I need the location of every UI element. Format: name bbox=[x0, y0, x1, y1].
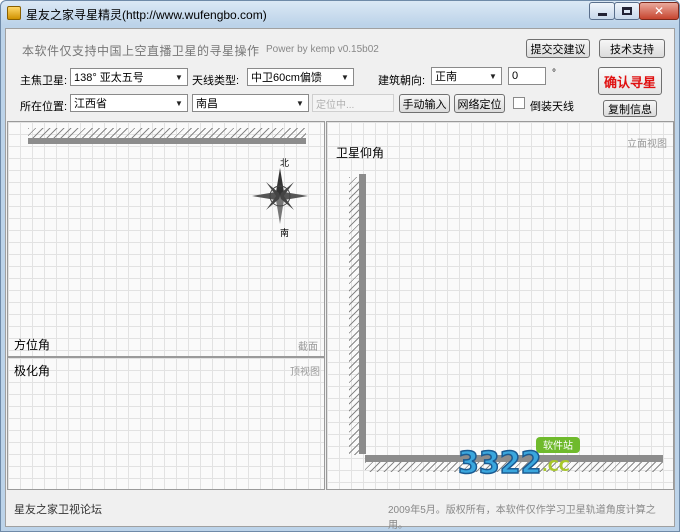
compass-south-label: 南 bbox=[280, 228, 290, 238]
angle-unit: ° bbox=[552, 68, 556, 79]
title-bar[interactable]: 星友之家寻星精灵(http://www.wufengbo.com) ✕ bbox=[1, 1, 679, 25]
watermark-logo: 3322 .CC 软件站 bbox=[454, 433, 586, 482]
minimize-button[interactable] bbox=[589, 2, 615, 20]
chevron-down-icon: ▼ bbox=[296, 98, 304, 108]
left-wall-hatch bbox=[349, 177, 359, 455]
satellite-value: 138° 亚太五号 bbox=[74, 72, 144, 84]
copy-info-button[interactable]: 复制信息 bbox=[603, 100, 657, 117]
satellite-select[interactable]: 138° 亚太五号 ▼ bbox=[70, 68, 188, 86]
polarization-title: 极化角 bbox=[14, 364, 51, 378]
forum-link[interactable]: 星友之家卫视论坛 bbox=[14, 501, 102, 517]
province-select[interactable]: 江西省 ▼ bbox=[70, 94, 188, 112]
version-label: Power by kemp v0.15b02 bbox=[266, 44, 379, 55]
watermark-text: 3322 bbox=[458, 446, 542, 481]
chevron-down-icon: ▼ bbox=[175, 72, 183, 82]
watermark-badge: 软件站 bbox=[543, 439, 573, 452]
location-label: 所在位置: bbox=[20, 101, 68, 113]
polarization-tag: 顶视图 bbox=[290, 367, 320, 378]
city-select[interactable]: 南昌 ▼ bbox=[192, 94, 309, 112]
satellite-label: 主焦卫星: bbox=[20, 75, 68, 87]
copyright-text: 2009年5月。版权所有，本软件仅作学习卫星轨道角度计算之用。 bbox=[388, 505, 656, 531]
elevation-title: 卫星仰角 bbox=[336, 146, 385, 160]
city-value: 南昌 bbox=[196, 98, 218, 110]
watermark-suffix: .CC bbox=[542, 457, 570, 475]
azimuth-title: 方位角 bbox=[14, 338, 51, 352]
app-window: 星友之家寻星精灵(http://www.wufengbo.com) ✕ 本软件仅… bbox=[0, 0, 680, 532]
orientation-value: 正南 bbox=[435, 71, 457, 83]
chevron-down-icon: ▼ bbox=[489, 71, 497, 81]
antenna-value: 中卫60cm偏馈 bbox=[251, 72, 322, 84]
client-area: 本软件仅支持中国上空直播卫星的寻星操作 Power by kemp v0.15b… bbox=[5, 28, 675, 531]
chevron-down-icon: ▼ bbox=[341, 72, 349, 82]
close-button[interactable]: ✕ bbox=[639, 2, 679, 20]
compass-north-label: 北 bbox=[280, 158, 290, 168]
manual-input-button[interactable]: 手动输入 bbox=[399, 94, 450, 113]
top-wall-bar bbox=[28, 138, 306, 144]
angle-input[interactable]: 0 bbox=[508, 67, 546, 85]
maximize-button[interactable] bbox=[614, 2, 640, 20]
network-locate-button[interactable]: 网络定位 bbox=[454, 94, 505, 113]
elevation-tag: 立面视图 bbox=[627, 139, 667, 150]
support-button[interactable]: 技术支持 bbox=[599, 39, 665, 58]
top-wall-hatch bbox=[28, 128, 306, 138]
app-icon bbox=[7, 6, 21, 20]
province-value: 江西省 bbox=[74, 98, 107, 110]
inverted-antenna-label: 倒装天线 bbox=[530, 101, 574, 113]
maximize-icon bbox=[622, 7, 632, 15]
polarization-panel: 极化角 顶视图 bbox=[7, 357, 325, 490]
azimuth-tag: 截面 bbox=[298, 342, 318, 353]
orientation-label: 建筑朝向: bbox=[378, 75, 426, 87]
feedback-button[interactable]: 提交交建议 bbox=[526, 39, 590, 58]
minimize-icon bbox=[597, 12, 607, 16]
antenna-label: 天线类型: bbox=[192, 75, 240, 87]
left-wall-bar bbox=[359, 174, 366, 454]
orientation-select[interactable]: 正南 ▼ bbox=[431, 67, 502, 85]
locating-input[interactable]: 定位中... bbox=[312, 94, 394, 112]
antenna-select[interactable]: 中卫60cm偏馈 ▼ bbox=[247, 68, 354, 86]
close-icon: ✕ bbox=[653, 4, 665, 18]
header-note: 本软件仅支持中国上空直播卫星的寻星操作 bbox=[22, 44, 260, 58]
confirm-search-button[interactable]: 确认寻星 bbox=[598, 67, 662, 95]
window-title: 星友之家寻星精灵(http://www.wufengbo.com) bbox=[26, 8, 267, 22]
azimuth-panel: 北 南 方位角 截面 bbox=[7, 121, 325, 357]
inverted-antenna-checkbox[interactable] bbox=[513, 97, 525, 109]
chevron-down-icon: ▼ bbox=[175, 98, 183, 108]
